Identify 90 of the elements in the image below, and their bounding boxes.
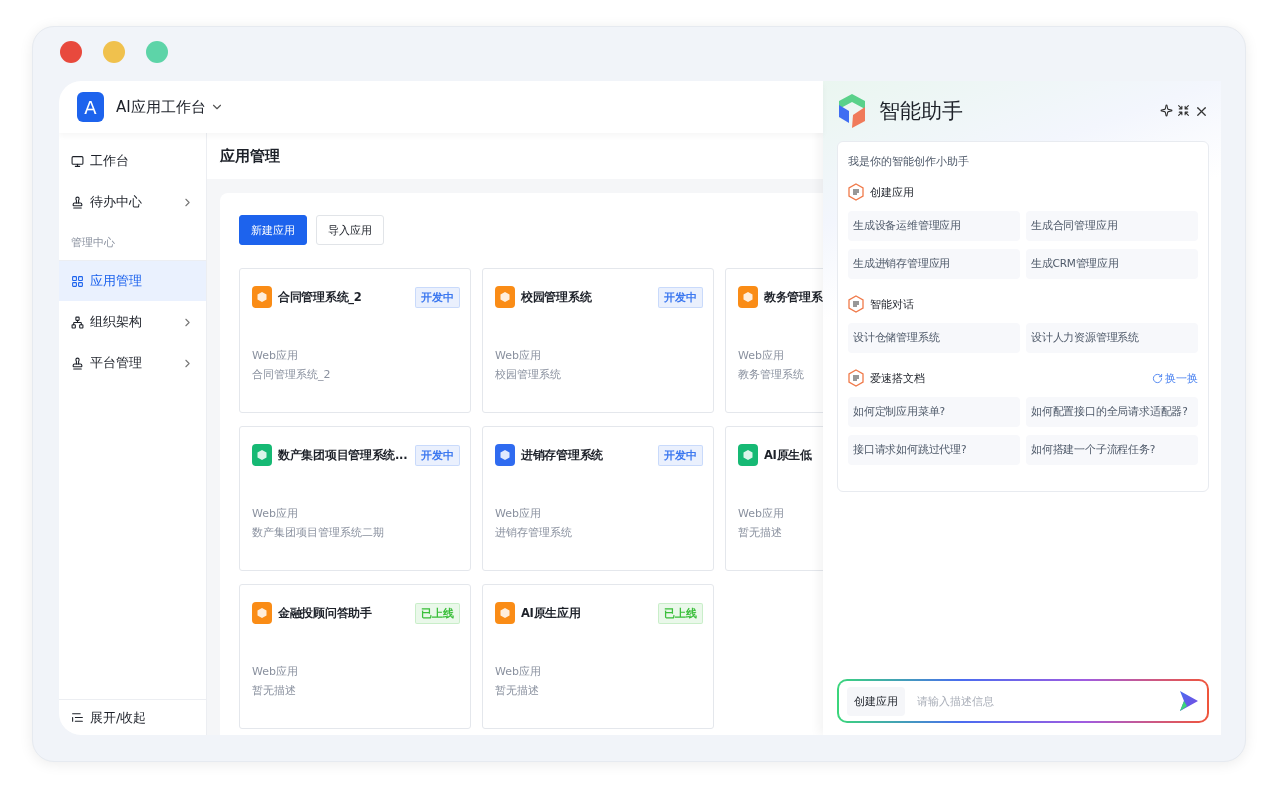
app-card[interactable]: 数产集团项目管理系统... 开发中 Web应用 数产集团项目管理系统二期 — [239, 426, 471, 571]
app-logo: A — [77, 92, 104, 122]
app-description: 暂无描述 — [495, 683, 540, 698]
app-name: AI原生低 — [764, 447, 813, 463]
status-tag: 开发中 — [415, 444, 460, 466]
section-title: 创建应用 — [870, 184, 915, 200]
suggestion-chip[interactable]: 生成设备运维管理应用 — [848, 211, 1020, 241]
cube-icon — [252, 602, 272, 624]
page-title: 应用管理 — [207, 133, 823, 179]
create-button[interactable]: 新建应用 — [239, 215, 307, 245]
sparkle-icon[interactable] — [1160, 103, 1173, 117]
app-description: 数产集团项目管理系统二期 — [252, 525, 385, 540]
org-chart-icon — [71, 315, 84, 329]
app-name: 校园管理系统 — [521, 289, 593, 305]
send-button[interactable] — [1179, 690, 1199, 712]
app-type: Web应用 — [252, 664, 299, 679]
app-description: 合同管理系统_2 — [252, 367, 332, 382]
section-title: 智能对话 — [870, 296, 915, 312]
suggestion-chip[interactable]: 生成CRM管理应用 — [1026, 249, 1198, 279]
cube-icon — [738, 444, 758, 466]
app-name: 合同管理系统_2 — [278, 289, 363, 305]
sidebar-item[interactable]: 组织架构 — [59, 302, 206, 342]
app-type: Web应用 — [738, 506, 785, 521]
app-description: 教务管理系统 — [738, 367, 805, 382]
status-tag: 已上线 — [658, 602, 703, 624]
sidebar-item[interactable]: 待办中心 — [59, 182, 206, 222]
suggestion-chip[interactable]: 生成进销存管理应用 — [848, 249, 1020, 279]
sidebar-item[interactable]: 平台管理 — [59, 343, 206, 383]
indent-icon — [71, 711, 84, 724]
app-card[interactable]: 合同管理系统_2 开发中 Web应用 合同管理系统_2 — [239, 268, 471, 413]
cube-icon — [252, 444, 272, 466]
app-card[interactable]: 校园管理系统 开发中 Web应用 校园管理系统 — [482, 268, 714, 413]
app-name: 数产集团项目管理系统... — [278, 447, 409, 463]
cube-icon — [495, 602, 515, 624]
app-card[interactable]: AI原生低 Web应用 暂无描述 — [725, 426, 823, 571]
app-type: Web应用 — [495, 348, 542, 363]
app-card[interactable]: 进销存管理系统 开发中 Web应用 进销存管理系统 — [482, 426, 714, 571]
app-description: 暂无描述 — [252, 683, 297, 698]
app-name: 进销存管理系统 — [521, 447, 604, 463]
refresh-icon — [1152, 372, 1163, 384]
stamp-icon — [71, 195, 84, 209]
app-card[interactable]: 金融投顾问答助手 已上线 Web应用 暂无描述 — [239, 584, 471, 729]
mode-chip[interactable]: 创建应用 — [847, 686, 905, 716]
app-type: Web应用 — [738, 348, 785, 363]
cube-icon — [252, 286, 272, 308]
assistant-logo — [837, 93, 867, 129]
stamp-icon — [71, 356, 84, 370]
app-type: Web应用 — [495, 506, 542, 521]
greeting-text: 我是你的智能创作小助手 — [848, 154, 970, 169]
app-type: Web应用 — [252, 348, 299, 363]
suggestion-chip[interactable]: 设计仓储管理系统 — [848, 323, 1020, 353]
document-icon — [848, 369, 864, 387]
app-title[interactable]: AI应用工作台 — [116, 97, 206, 117]
document-icon — [848, 295, 864, 313]
cube-icon — [738, 286, 758, 308]
cube-icon — [495, 286, 515, 308]
app-card[interactable]: 教务管理系 Web应用 教务管理系统 — [725, 268, 823, 413]
suggestion-chip[interactable]: 生成合同管理应用 — [1026, 211, 1198, 241]
app-name: AI原生应用 — [521, 605, 582, 621]
sidebar-item[interactable]: 工作台 — [59, 141, 206, 181]
grid-icon — [71, 274, 84, 288]
collapse-toggle[interactable]: 展开/收起 — [59, 699, 206, 735]
import-button[interactable]: 导入应用 — [316, 215, 384, 245]
close-light-icon[interactable] — [60, 41, 82, 63]
status-tag: 已上线 — [415, 602, 460, 624]
suggestion-chip[interactable]: 接口请求如何跳过代理? — [848, 435, 1020, 465]
suggestion-chip[interactable]: 设计人力资源管理系统 — [1026, 323, 1198, 353]
sidebar-item[interactable]: 应用管理 — [59, 261, 206, 301]
app-type: Web应用 — [495, 664, 542, 679]
suggestion-chip[interactable]: 如何搭建一个子流程任务? — [1026, 435, 1198, 465]
app-name: 教务管理系 — [764, 289, 823, 305]
app-description: 暂无描述 — [738, 525, 783, 540]
app-card[interactable]: AI原生应用 已上线 Web应用 暂无描述 — [482, 584, 714, 729]
suggestion-chip[interactable]: 如何配置接口的全局请求适配器? — [1026, 397, 1198, 427]
collapse-icon[interactable] — [1177, 103, 1190, 117]
app-description: 进销存管理系统 — [495, 525, 573, 540]
cube-icon — [495, 444, 515, 466]
app-name: 金融投顾问答助手 — [278, 605, 373, 621]
status-tag: 开发中 — [658, 444, 703, 466]
suggestion-chip[interactable]: 如何定制应用菜单? — [848, 397, 1020, 427]
section-title: 爱速搭文档 — [870, 370, 926, 386]
refresh-link[interactable]: 换一换 — [1152, 370, 1198, 386]
prompt-input[interactable]: 创建应用 请输入描述信息 — [837, 679, 1209, 723]
status-tag: 开发中 — [415, 286, 460, 308]
app-type: Web应用 — [252, 506, 299, 521]
monitor-icon — [71, 154, 84, 168]
assistant-title: 智能助手 — [879, 98, 964, 125]
app-description: 校园管理系统 — [495, 367, 562, 382]
status-tag: 开发中 — [658, 286, 703, 308]
document-icon — [848, 183, 864, 201]
